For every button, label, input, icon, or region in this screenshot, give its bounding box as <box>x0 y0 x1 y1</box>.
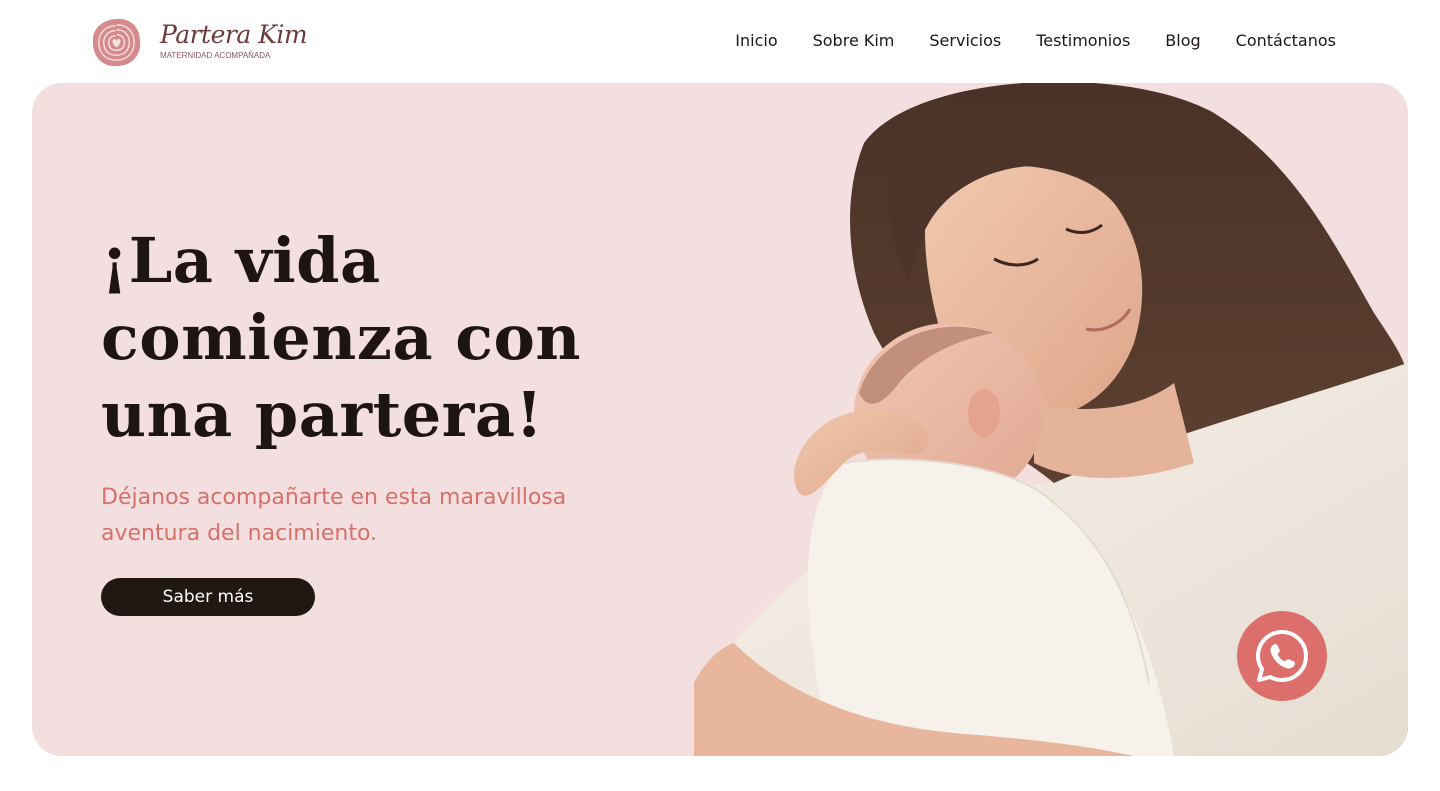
brand-tagline: MATERNIDAD ACOMPAÑADA <box>160 51 271 60</box>
hero-title-line: una partera! <box>101 378 544 451</box>
whatsapp-button[interactable] <box>1237 611 1327 701</box>
nav-item-inicio[interactable]: Inicio <box>735 29 777 53</box>
nav-item-contactanos[interactable]: Contáctanos <box>1236 29 1336 53</box>
nav-item-blog[interactable]: Blog <box>1165 29 1200 53</box>
spiral-heart-icon <box>92 18 141 67</box>
nav-item-testimonios[interactable]: Testimonios <box>1036 29 1130 53</box>
hero-section: ¡La vida comienza con una partera! Déjan… <box>32 83 1408 756</box>
whatsapp-icon <box>1256 630 1308 682</box>
site-header: Partera Kim MATERNIDAD ACOMPAÑADA Inicio… <box>0 0 1440 83</box>
nav-item-servicios[interactable]: Servicios <box>929 29 1001 53</box>
hero-subtitle: Déjanos acompañarte en esta maravillosa … <box>101 485 567 546</box>
main-nav: Inicio Sobre Kim Servicios Testimonios B… <box>735 29 1336 53</box>
saber-mas-button[interactable]: Saber más <box>101 578 315 616</box>
logo-text: Partera Kim MATERNIDAD ACOMPAÑADA <box>160 20 308 61</box>
hero-title: ¡La vida comienza con una partera! <box>101 222 721 453</box>
logo[interactable]: Partera Kim MATERNIDAD ACOMPAÑADA <box>91 17 308 68</box>
nav-item-sobre-kim[interactable]: Sobre Kim <box>813 29 895 53</box>
hero-title-line: comienza con <box>101 301 581 374</box>
brand-name: Partera Kim <box>160 20 308 49</box>
hero-title-line: ¡La vida <box>101 224 381 297</box>
